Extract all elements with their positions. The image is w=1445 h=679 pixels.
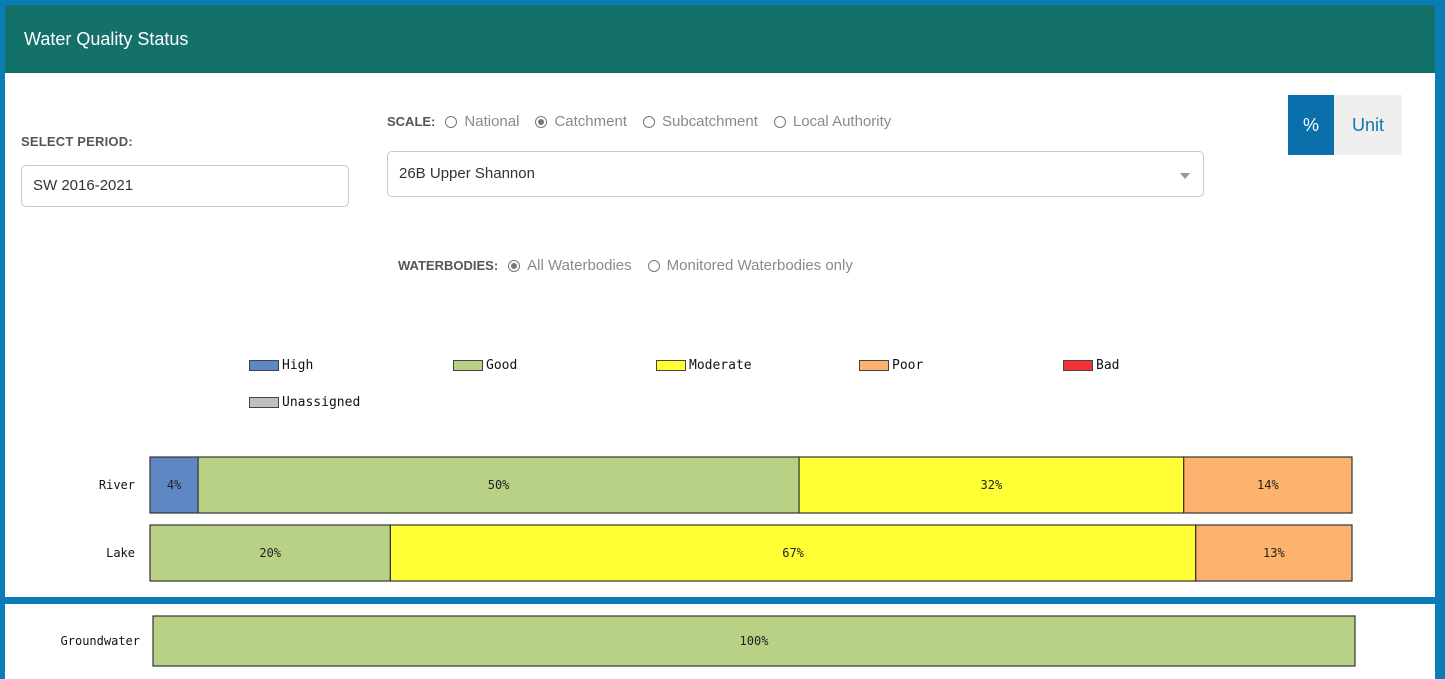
catchment-value: 26B Upper Shannon <box>399 165 535 182</box>
scale-option-local-authority[interactable]: Local Authority <box>773 113 892 130</box>
legend-swatch <box>453 360 483 371</box>
unit-button[interactable]: Unit <box>1334 95 1402 155</box>
scale-option-label: Subcatchment <box>661 113 758 130</box>
scale-option-subcatchment[interactable]: Subcatchment <box>642 113 758 130</box>
data-label-river-moderate: 32% <box>981 478 1003 492</box>
legend-swatch <box>656 360 686 371</box>
radio-icon[interactable] <box>642 115 655 128</box>
waterbodies-option-all[interactable]: All Waterbodies <box>508 257 632 274</box>
legend-label: Good <box>486 358 518 373</box>
category-label-groundwater: Groundwater <box>61 634 140 648</box>
bar-segment-river-good[interactable] <box>197 456 800 514</box>
data-label-lake-poor: 13% <box>1263 546 1285 560</box>
panel-title: Water Quality Status <box>24 29 189 49</box>
legend-item-bad: Bad <box>1063 358 1119 373</box>
waterbodies-radio-group: WATERBODIES: All Waterbodies Monitored W… <box>398 257 869 274</box>
units-toggle: % Unit <box>1288 95 1402 155</box>
legend-swatch <box>859 360 889 371</box>
radio-checked-icon[interactable] <box>535 115 548 128</box>
waterbodies-option-label: Monitored Waterbodies only <box>666 257 853 274</box>
legend-label: Poor <box>892 358 924 373</box>
bar-segment-lake-poor[interactable] <box>1195 524 1353 582</box>
select-period-label: SELECT PERIOD: <box>21 134 133 149</box>
groundwater-panel: Groundwater 100% <box>5 604 1435 679</box>
category-label-lake: Lake <box>106 546 135 560</box>
data-label-river-good: 50% <box>488 478 510 492</box>
legend-label: Moderate <box>689 358 752 373</box>
legend-item-unassigned: Unassigned <box>249 395 360 410</box>
scale-option-catchment[interactable]: Catchment <box>535 113 627 130</box>
scale-option-label: Catchment <box>554 113 627 130</box>
water-quality-panel: Water Quality Status SELECT PERIOD: SW 2… <box>5 5 1435 597</box>
legend-item-moderate: Moderate <box>656 358 752 373</box>
scale-option-label: Local Authority <box>792 113 892 130</box>
legend-item-high: High <box>249 358 313 373</box>
waterbodies-option-monitored[interactable]: Monitored Waterbodies only <box>647 257 853 274</box>
panel-header: Water Quality Status <box>5 5 1435 73</box>
legend-swatch <box>249 360 279 371</box>
data-label-lake-moderate: 67% <box>782 546 804 560</box>
legend-item-good: Good <box>453 358 517 373</box>
chevron-down-icon[interactable] <box>1180 173 1190 179</box>
radio-icon[interactable] <box>445 115 458 128</box>
data-label-river-high: 4% <box>167 478 182 492</box>
scale-option-label: National <box>464 113 520 130</box>
scale-label: SCALE: <box>387 114 436 129</box>
scale-option-national[interactable]: National <box>445 113 519 130</box>
catchment-select[interactable]: 26B Upper Shannon <box>387 151 1204 197</box>
bar-segment-lake-moderate[interactable] <box>389 524 1197 582</box>
bar-segment-river-moderate[interactable] <box>798 456 1185 514</box>
legend-label: Unassigned <box>282 395 361 410</box>
category-label-river: River <box>99 478 135 492</box>
legend-item-poor: Poor <box>859 358 923 373</box>
legend-swatch <box>249 397 279 408</box>
data-label-lake-good: 20% <box>259 546 281 560</box>
period-select[interactable]: SW 2016-2021 <box>21 165 349 207</box>
groundwater-bar-chart: Groundwater 100% <box>61 615 1356 667</box>
radio-icon[interactable] <box>773 115 786 128</box>
legend-label: Bad <box>1096 358 1120 373</box>
bar-segment-river-poor[interactable] <box>1183 456 1353 514</box>
bar-segment-river-high[interactable] <box>149 456 199 514</box>
bar-segment-lake-good[interactable] <box>149 524 391 582</box>
period-value: SW 2016-2021 <box>33 177 134 194</box>
radio-icon[interactable] <box>647 259 660 272</box>
waterbodies-label: WATERBODIES: <box>398 258 499 273</box>
data-label-river-poor: 14% <box>1257 478 1279 492</box>
legend-swatch <box>1063 360 1093 371</box>
waterbodies-option-label: All Waterbodies <box>527 257 632 274</box>
radio-checked-icon[interactable] <box>508 259 521 272</box>
legend-label: High <box>282 358 314 373</box>
data-label-groundwater-good: 100% <box>740 634 770 648</box>
status-bar-chart: River 4% 50% 32% 14% Lake 20% 67% 13% <box>99 456 1353 582</box>
percent-button[interactable]: % <box>1288 95 1334 155</box>
scale-radio-group: SCALE: National Catchment Subcatchment L… <box>387 113 907 130</box>
